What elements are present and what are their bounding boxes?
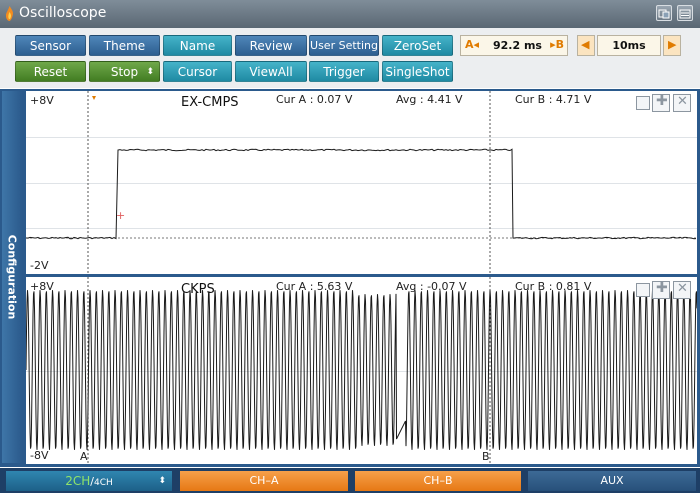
channel-count-dropdown[interactable]: 2CH/4CH ⬍: [6, 471, 172, 491]
trigger-button[interactable]: Trigger: [309, 61, 379, 82]
toolbar: Sensor Theme Name Review User Setting Ze…: [0, 28, 700, 88]
restore-icon: [658, 9, 670, 19]
timebase-value: 10ms: [612, 39, 646, 52]
stop-dropdown[interactable]: Stop ⬍: [89, 61, 160, 82]
spinner-arrows-icon: ⬍: [146, 67, 154, 77]
channel1-grid: [26, 137, 697, 229]
channel-count-active: 2CH: [65, 474, 91, 488]
tab-aux[interactable]: AUX: [528, 471, 696, 491]
channel1-cur-a: Cur A : 0.07 V: [276, 93, 353, 106]
cursor-b-marker: B: [482, 450, 490, 463]
configuration-label: Configuration: [5, 234, 19, 320]
theme-button[interactable]: Theme: [89, 35, 160, 56]
viewall-button[interactable]: ViewAll: [235, 61, 307, 82]
channel2-panel[interactable]: +8V -8V CKPS Cur A : 5.63 V Avg : -0.07 …: [26, 277, 697, 464]
chevron-right-icon: ▶: [668, 38, 677, 51]
channel2-avg: Avg : -0.07 V: [396, 280, 467, 293]
sensor-button[interactable]: Sensor: [15, 35, 86, 56]
channel1-name: EX-CMPS: [181, 95, 239, 110]
trigger-icon: [92, 96, 96, 100]
chevron-left-icon: ◀: [581, 38, 590, 51]
cursor-delta-value: 92.2 ms: [493, 39, 542, 52]
channel2-name: CKPS: [181, 282, 215, 297]
channel1-cur-b: Cur B : 4.71 V: [515, 93, 592, 106]
channel1-add-button[interactable]: ✚: [652, 93, 670, 112]
channel1-plot: +: [26, 91, 697, 274]
channel1-avg: Avg : 4.41 V: [396, 93, 463, 106]
close-icon: ✕: [677, 94, 688, 109]
timebase-increase-button[interactable]: ▶: [663, 35, 681, 56]
cursor-button[interactable]: Cursor: [163, 61, 232, 82]
cursor-a-marker: A: [80, 450, 88, 463]
channel2-cur-a: Cur A : 5.63 V: [276, 280, 353, 293]
channel2-ymin: -8V: [30, 449, 49, 462]
channel1-ymax: +8V: [30, 94, 54, 107]
name-button[interactable]: Name: [163, 35, 232, 56]
review-button[interactable]: Review: [235, 35, 307, 56]
channel2-ymax: +8V: [30, 280, 54, 293]
cursor-b-label: ▸B: [550, 38, 564, 51]
list-icon: [679, 9, 691, 19]
bottom-bar: 2CH/4CH ⬍ CH–A CH–B AUX: [0, 468, 700, 493]
trigger-marker: +: [116, 209, 125, 222]
close-icon: ✕: [677, 281, 688, 296]
channel2-add-button[interactable]: ✚: [652, 280, 670, 299]
reset-button[interactable]: Reset: [15, 61, 86, 82]
channel1-ymin: -2V: [30, 259, 49, 272]
channel2-plot: [26, 277, 697, 464]
cursor-delta-readout: A◂ 92.2 ms ▸B: [460, 35, 568, 56]
stop-label: Stop: [110, 65, 139, 79]
configuration-tab[interactable]: Configuration: [2, 91, 22, 463]
timebase-display: 10ms: [597, 35, 661, 56]
menu-window-button[interactable]: [677, 5, 693, 21]
tab-ch-b[interactable]: CH–B: [355, 471, 521, 491]
channel1-close-button[interactable]: ✕: [673, 94, 691, 112]
channel-count-alt: 4CH: [93, 478, 113, 488]
restore-window-button[interactable]: [656, 5, 672, 21]
channel1-panel[interactable]: + +8V -2V EX-CMPS Cur A : 0.07 V Avg : 4…: [26, 91, 697, 274]
channel2-trace: [26, 290, 697, 450]
singleshot-button[interactable]: SingleShot: [382, 61, 453, 82]
plus-icon: ✚: [656, 280, 668, 296]
channel2-select-checkbox[interactable]: [636, 283, 650, 297]
spinner-arrows-icon: ⬍: [158, 476, 166, 486]
scope-area: Configuration + +8V -2V EX-CMPS Cur A : …: [0, 89, 700, 467]
zeroset-button[interactable]: ZeroSet: [382, 35, 453, 56]
channel1-select-checkbox[interactable]: [636, 96, 650, 110]
title-bar: Oscilloscope: [0, 0, 700, 28]
window-title: Oscilloscope: [19, 5, 107, 21]
channel2-close-button[interactable]: ✕: [673, 281, 691, 299]
cursor-a-label: A◂: [465, 38, 480, 51]
timebase-decrease-button[interactable]: ◀: [577, 35, 595, 56]
plus-icon: ✚: [656, 93, 668, 109]
channel1-trace: [26, 148, 697, 240]
user-setting-button[interactable]: User Setting: [309, 35, 379, 56]
channel2-cur-b: Cur B : 0.81 V: [515, 280, 592, 293]
tab-ch-a[interactable]: CH–A: [180, 471, 348, 491]
app-logo-icon: [5, 6, 14, 21]
arrow-left-icon: ◂: [473, 38, 480, 51]
